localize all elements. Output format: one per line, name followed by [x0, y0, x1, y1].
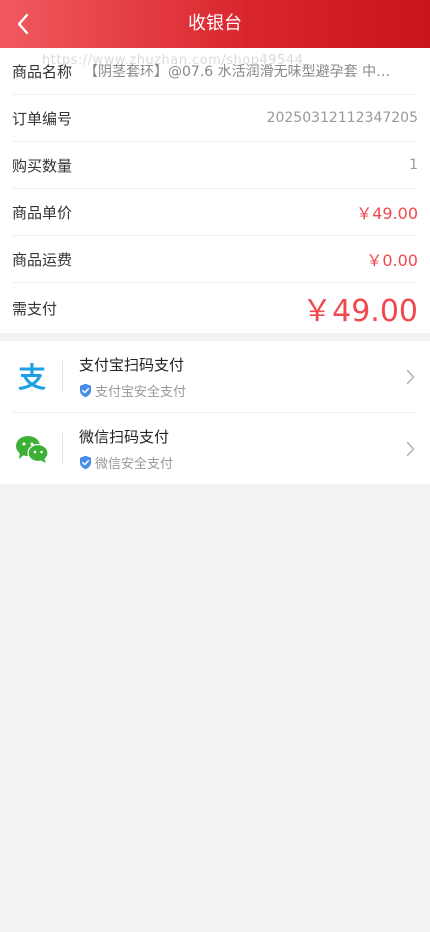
alipay-subtitle: 支付宝安全支付 [95, 384, 187, 400]
alipay-title: 支付宝扫码支付 [79, 355, 185, 374]
alipay-option[interactable]: 支 支付宝扫码支付 支付宝安全支付 [12, 341, 418, 413]
shipping-row: 商品运费 ￥0.00 [12, 236, 418, 283]
shipping-label: 商品运费 [12, 250, 73, 269]
header-bar: 收银台 [0, 0, 430, 48]
unit-price-value: ￥49.00 [356, 204, 418, 223]
alipay-icon: 支 [12, 359, 52, 395]
wechat-subtitle: 微信安全支付 [95, 456, 174, 472]
wechat-title: 微信扫码支付 [79, 427, 170, 446]
wechat-icon [12, 431, 52, 467]
unit-price-label: 商品单价 [12, 203, 73, 222]
svg-text:支: 支 [18, 362, 46, 392]
product-name-value: 【阴茎套环】@07.6 水活润滑无味型避孕套 中… [84, 64, 391, 80]
product-name-label: 商品名称 [12, 62, 73, 81]
total-value: ￥49.00 [302, 294, 418, 329]
wechat-option[interactable]: 微信扫码支付 微信安全支付 [12, 413, 418, 484]
shield-icon [79, 383, 92, 398]
shield-icon [79, 455, 92, 470]
chevron-right-icon [402, 441, 418, 457]
unit-price-row: 商品单价 ￥49.00 [12, 189, 418, 236]
quantity-label: 购买数量 [12, 156, 73, 175]
order-number-value: 20250312112347205 [266, 110, 418, 126]
order-number-label: 订单编号 [12, 109, 73, 128]
section-gap [0, 333, 430, 341]
order-number-row: 订单编号 20250312112347205 [12, 95, 418, 142]
order-info: 商品名称 【阴茎套环】@07.6 水活润滑无味型避孕套 中… https://w… [0, 48, 430, 333]
product-name-row: 商品名称 【阴茎套环】@07.6 水活润滑无味型避孕套 中… https://w… [12, 48, 418, 95]
vertical-divider [62, 432, 63, 465]
total-row: 需支付 ￥49.00 [12, 283, 418, 333]
chevron-right-icon [402, 369, 418, 385]
quantity-value: 1 [409, 157, 418, 173]
payment-methods: 支 支付宝扫码支付 支付宝安全支付 微信扫码支付 微信安全支付 [0, 341, 430, 484]
vertical-divider [62, 360, 63, 393]
total-label: 需支付 [12, 299, 58, 318]
shipping-value: ￥0.00 [366, 251, 418, 270]
page-title: 收银台 [188, 13, 242, 34]
quantity-row: 购买数量 1 [12, 142, 418, 189]
